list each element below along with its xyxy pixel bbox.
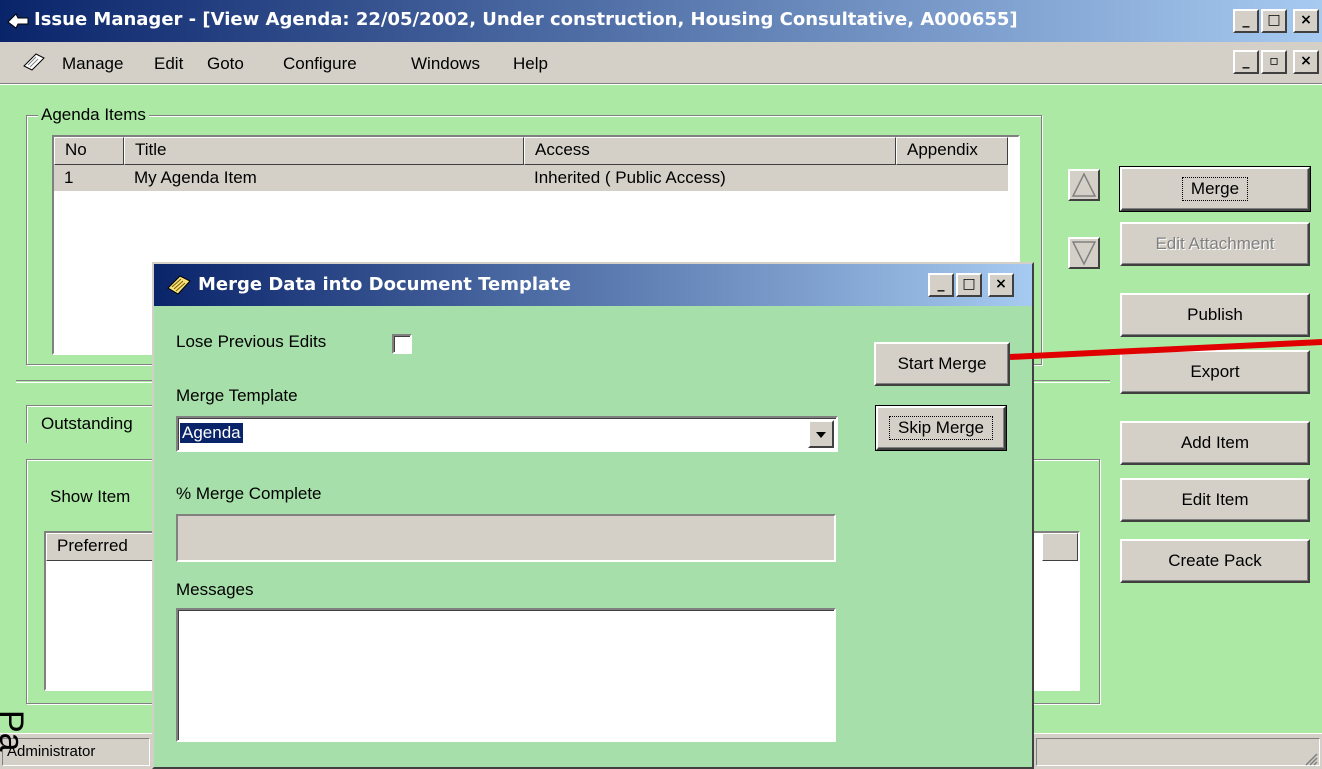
mdi-minimize-button[interactable]: _	[1233, 50, 1259, 74]
menu-windows[interactable]: Windows	[411, 54, 480, 74]
merge-button[interactable]: Merge	[1119, 166, 1311, 212]
tab-outstanding[interactable]: Outstanding	[26, 405, 166, 443]
maximize-button[interactable]: □	[1261, 9, 1287, 33]
table-row[interactable]: 1 My Agenda Item Inherited ( Public Acce…	[54, 165, 1008, 191]
row-no: 1	[64, 168, 74, 187]
edit-attachment-button[interactable]: Edit Attachment	[1120, 222, 1310, 266]
overlay-rotated-text: Pa	[0, 710, 30, 752]
column-header-no[interactable]: No	[54, 137, 124, 165]
start-merge-button[interactable]: Start Merge	[874, 342, 1010, 386]
chevron-down-icon	[816, 432, 826, 438]
merge-progress-bar	[176, 514, 836, 562]
menu-help[interactable]: Help	[513, 54, 548, 74]
merge-complete-label: % Merge Complete	[176, 484, 322, 503]
minimize-button[interactable]: _	[1233, 9, 1259, 33]
column-header-preferred[interactable]: Preferred	[46, 533, 166, 561]
merge-template-value: Agenda	[180, 423, 243, 443]
window-title-bar[interactable]: Issue Manager - [View Agenda: 22/05/2002…	[0, 0, 1322, 42]
dropdown-button[interactable]	[808, 420, 834, 448]
tab-outstanding-label: Outstanding	[41, 414, 133, 433]
dialog-maximize-button[interactable]: □	[956, 273, 982, 297]
edit-item-button[interactable]: Edit Item	[1120, 478, 1310, 522]
add-item-button[interactable]: Add Item	[1120, 421, 1310, 465]
move-up-button[interactable]	[1068, 169, 1100, 201]
row-title: My Agenda Item	[134, 168, 257, 187]
dialog-title-bar[interactable]: Merge Data into Document Template _ □ ×	[154, 264, 1032, 306]
lose-edits-label: Lose Previous Edits	[176, 332, 327, 351]
menu-configure[interactable]: Configure	[283, 54, 357, 74]
app-arrow-icon	[7, 13, 29, 29]
row-access: Inherited ( Public Access)	[534, 168, 726, 187]
move-down-button[interactable]	[1068, 237, 1100, 269]
agenda-items-label: Agenda Items	[38, 105, 149, 125]
lose-edits-checkbox[interactable]	[392, 334, 412, 354]
document-menu-icon[interactable]	[22, 52, 46, 72]
merge-template-label: Merge Template	[176, 386, 298, 405]
show-items-label: Show Item	[50, 487, 131, 506]
dialog-title: Merge Data into Document Template	[198, 274, 571, 295]
messages-label: Messages	[176, 580, 254, 599]
resize-grip-icon[interactable]	[1302, 750, 1318, 766]
annotation-pointer-line	[1009, 339, 1322, 360]
triangle-up-icon	[1071, 172, 1097, 197]
column-header-extra[interactable]	[1042, 533, 1078, 561]
menu-edit[interactable]: Edit	[154, 54, 183, 74]
menu-goto[interactable]: Goto	[207, 54, 244, 74]
create-pack-button[interactable]: Create Pack	[1120, 539, 1310, 583]
merge-template-select[interactable]: Agenda	[176, 416, 838, 452]
close-button[interactable]: ×	[1293, 9, 1319, 33]
column-header-title[interactable]: Title	[124, 137, 524, 165]
merge-button-label: Merge	[1181, 177, 1249, 201]
merge-dialog: Merge Data into Document Template _ □ × …	[152, 262, 1034, 769]
dialog-minimize-button[interactable]: _	[928, 273, 954, 297]
triangle-down-icon	[1071, 241, 1097, 266]
mdi-restore-button[interactable]: ▫	[1261, 50, 1287, 74]
messages-textarea[interactable]	[176, 608, 836, 742]
column-header-appendix[interactable]: Appendix	[896, 137, 1008, 165]
document-template-icon	[167, 275, 191, 295]
dialog-close-button[interactable]: ×	[988, 273, 1014, 297]
skip-merge-button[interactable]: Skip Merge	[875, 405, 1007, 451]
status-pane-right	[1036, 738, 1320, 766]
menu-manage[interactable]: Manage	[62, 54, 123, 74]
mdi-close-button[interactable]: ×	[1293, 50, 1319, 74]
overlay-text-clip: Pa	[0, 706, 30, 769]
window-title: Issue Manager - [View Agenda: 22/05/2002…	[34, 9, 1018, 30]
skip-merge-label: Skip Merge	[889, 416, 993, 440]
menu-bar: Manage Edit Goto Configure Windows Help …	[0, 42, 1322, 84]
column-header-access[interactable]: Access	[524, 137, 896, 165]
